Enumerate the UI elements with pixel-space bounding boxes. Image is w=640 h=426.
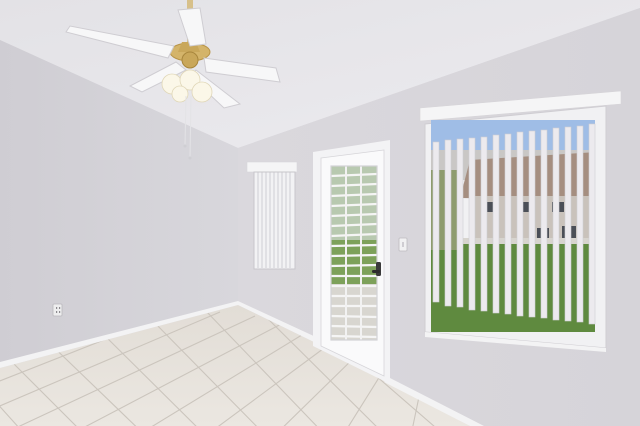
room-scene xyxy=(0,0,640,426)
wall-outlet-icon xyxy=(52,303,63,317)
room-photo xyxy=(0,0,640,426)
light-switch-icon xyxy=(398,237,408,252)
glass-door xyxy=(313,140,390,384)
window-left xyxy=(246,161,298,270)
window-right xyxy=(419,90,622,352)
